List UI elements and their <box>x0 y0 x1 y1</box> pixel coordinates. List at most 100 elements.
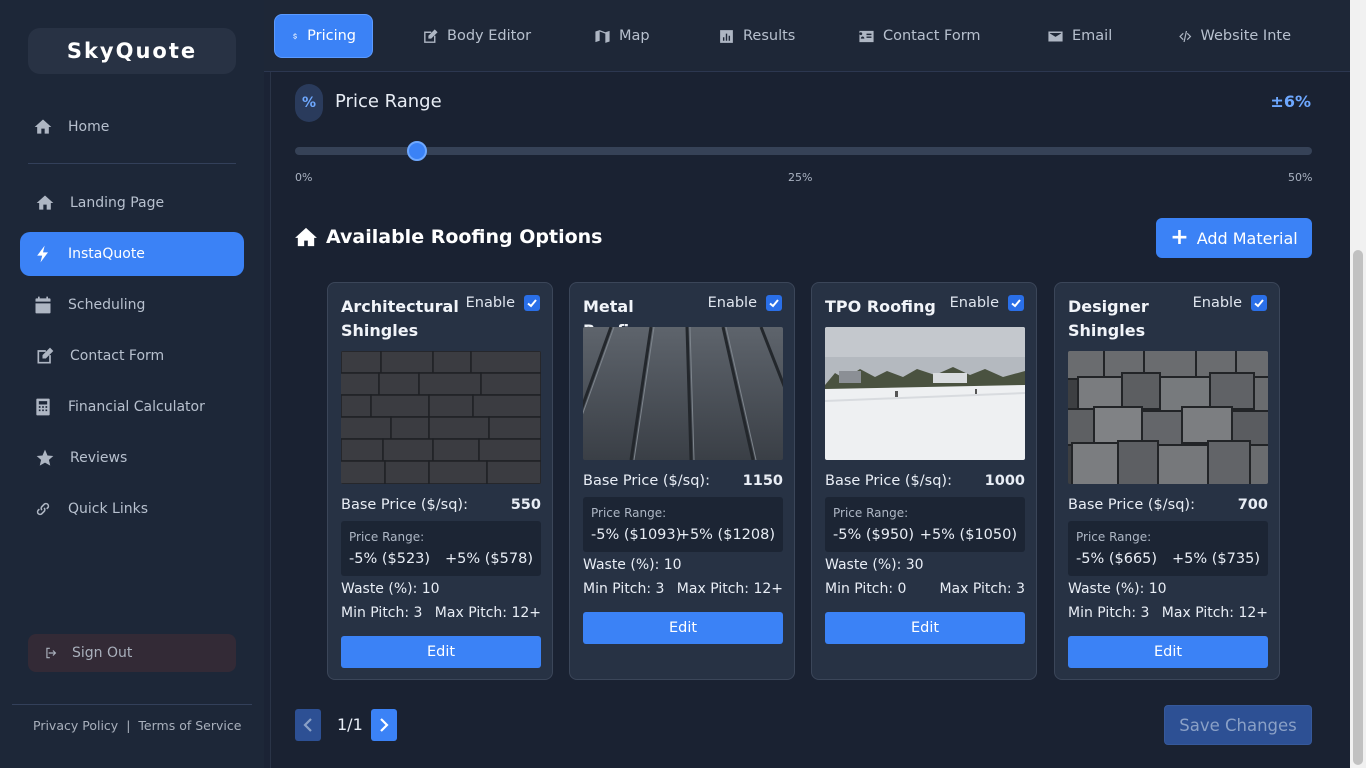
envelope-icon <box>1048 31 1063 41</box>
sidebar-item-landing-page[interactable]: Landing Page <box>20 181 244 225</box>
base-price-row: Base Price ($/sq): 550 <box>341 497 541 513</box>
tab-pricing[interactable]: Pricing <box>274 14 373 58</box>
base-price-value: 1150 <box>742 473 783 489</box>
max-pitch: Max Pitch: 12+ <box>1161 605 1268 621</box>
tab-label: Contact Form <box>883 28 981 44</box>
chevron-left-icon <box>303 718 312 732</box>
tab-label: Website Inte <box>1200 28 1291 44</box>
app-logo[interactable]: SkyQuote <box>28 28 236 74</box>
edit-button[interactable]: Edit <box>825 612 1025 644</box>
contact-card-icon <box>859 30 874 42</box>
star-icon <box>34 447 56 469</box>
chart-icon <box>720 29 733 43</box>
material-card-metal-roofing: Metal Roofing Enable <box>569 282 795 680</box>
max-pitch: Max Pitch: 12+ <box>434 605 541 621</box>
material-card-tpo-roofing: TPO Roofing Enable Base Price ($/sq): 10… <box>811 282 1037 680</box>
sidebar-item-scheduling[interactable]: Scheduling <box>20 283 244 327</box>
enable-checkbox[interactable] <box>1251 295 1267 311</box>
price-range-high: +5% ($1208) <box>677 527 775 543</box>
price-range-low: -5% ($950) <box>833 527 915 543</box>
save-changes-button[interactable]: Save Changes <box>1164 705 1312 745</box>
min-pitch: Min Pitch: 3 <box>1068 605 1150 621</box>
price-range-box: Price Range: -5% ($1093) +5% ($1208) <box>583 497 783 552</box>
next-page-button[interactable] <box>371 709 397 741</box>
pitch-row: Min Pitch: 0 Max Pitch: 3 <box>825 581 1025 597</box>
price-range-high: +5% ($1050) <box>919 527 1017 543</box>
sidebar-item-home[interactable]: Home <box>20 105 244 149</box>
privacy-policy-link[interactable]: Privacy Policy <box>33 718 118 733</box>
tab-map[interactable]: Map <box>578 14 666 58</box>
sign-out-button[interactable]: Sign Out <box>28 634 236 672</box>
base-price-row: Base Price ($/sq): 700 <box>1068 497 1268 513</box>
sidebar-item-label: Contact Form <box>70 348 165 364</box>
material-card-architectural-shingles: Architectural Shingles Enable Base Price… <box>327 282 553 680</box>
footer-links: Privacy Policy | Terms of Service <box>33 718 241 733</box>
tab-label: Map <box>619 28 650 44</box>
max-pitch: Max Pitch: 3 <box>939 581 1025 597</box>
bolt-icon <box>32 243 54 265</box>
tab-label: Pricing <box>307 28 356 44</box>
price-range-slider-track[interactable] <box>295 147 1312 155</box>
prev-page-button[interactable] <box>295 709 321 741</box>
enable-toggle[interactable]: Enable <box>466 295 540 311</box>
home-icon <box>34 192 56 214</box>
material-name: Designer Shingles <box>1068 297 1149 340</box>
scrollbar-thumb[interactable] <box>1353 250 1363 765</box>
price-range-low: -5% ($523) <box>349 551 431 567</box>
tab-results[interactable]: Results <box>702 14 811 58</box>
dollar-icon <box>293 32 297 39</box>
code-icon <box>1179 30 1192 42</box>
tab-email[interactable]: Email <box>1031 14 1128 58</box>
enable-checkbox[interactable] <box>766 295 782 311</box>
price-range-box: Price Range: -5% ($950) +5% ($1050) <box>825 497 1025 552</box>
enable-toggle[interactable]: Enable <box>1193 295 1267 311</box>
min-pitch: Min Pitch: 0 <box>825 581 907 597</box>
add-material-button[interactable]: + Add Material <box>1156 218 1312 258</box>
base-price-row: Base Price ($/sq): 1150 <box>583 473 783 489</box>
pitch-row: Min Pitch: 3 Max Pitch: 12+ <box>341 605 541 621</box>
home-icon <box>295 227 317 247</box>
pitch-row: Min Pitch: 3 Max Pitch: 12+ <box>583 581 783 597</box>
top-tabs: Pricing Body Editor Map Results Contact … <box>264 0 1350 72</box>
tab-contact-form[interactable]: Contact Form <box>842 14 997 58</box>
main-panel: % Price Range ±6% 0% 25% 50% Available R… <box>270 72 1350 768</box>
price-range-low: -5% ($1093) <box>591 527 682 543</box>
price-range-box: Price Range: -5% ($523) +5% ($578) <box>341 521 541 576</box>
sidebar-item-quick-links[interactable]: Quick Links <box>20 487 244 531</box>
link-icon <box>32 498 54 520</box>
footer-divider: | <box>126 718 131 733</box>
sidebar-item-label: Quick Links <box>68 501 149 517</box>
tab-website-integration[interactable]: Website Inte <box>1162 14 1291 58</box>
material-name: TPO Roofing <box>825 297 936 316</box>
max-pitch: Max Pitch: 12+ <box>676 581 783 597</box>
base-price-value: 700 <box>1237 497 1268 513</box>
percent-icon: % <box>295 84 323 122</box>
tab-label: Email <box>1072 28 1113 44</box>
enable-checkbox[interactable] <box>1008 295 1024 311</box>
enable-checkbox[interactable] <box>524 295 540 311</box>
enable-toggle[interactable]: Enable <box>708 295 782 311</box>
sidebar: SkyQuote Home Landing Page InstaQuote Sc… <box>0 0 264 768</box>
sidebar-item-reviews[interactable]: Reviews <box>20 436 244 480</box>
price-range-slider-thumb[interactable] <box>407 141 428 161</box>
edit-button[interactable]: Edit <box>583 612 783 644</box>
sidebar-divider <box>12 704 252 705</box>
enable-toggle[interactable]: Enable <box>950 295 1024 311</box>
sidebar-item-financial-calculator[interactable]: Financial Calculator <box>20 385 244 429</box>
tab-label: Results <box>743 28 796 44</box>
slider-tick-min: 0% <box>295 171 313 184</box>
sidebar-item-instaquote[interactable]: InstaQuote <box>20 232 244 276</box>
pitch-row: Min Pitch: 3 Max Pitch: 12+ <box>1068 605 1268 621</box>
min-pitch: Min Pitch: 3 <box>341 605 423 621</box>
sign-out-label: Sign Out <box>72 645 133 661</box>
edit-icon <box>34 345 56 367</box>
sidebar-item-label: Financial Calculator <box>68 399 205 415</box>
page-scrollbar[interactable] <box>1350 0 1366 768</box>
edit-button[interactable]: Edit <box>1068 636 1268 668</box>
terms-of-service-link[interactable]: Terms of Service <box>138 718 241 733</box>
tab-body-editor[interactable]: Body Editor <box>406 14 547 58</box>
edit-button[interactable]: Edit <box>341 636 541 668</box>
material-image <box>583 327 783 460</box>
material-image <box>1068 351 1268 484</box>
sidebar-item-contact-form[interactable]: Contact Form <box>20 334 244 378</box>
